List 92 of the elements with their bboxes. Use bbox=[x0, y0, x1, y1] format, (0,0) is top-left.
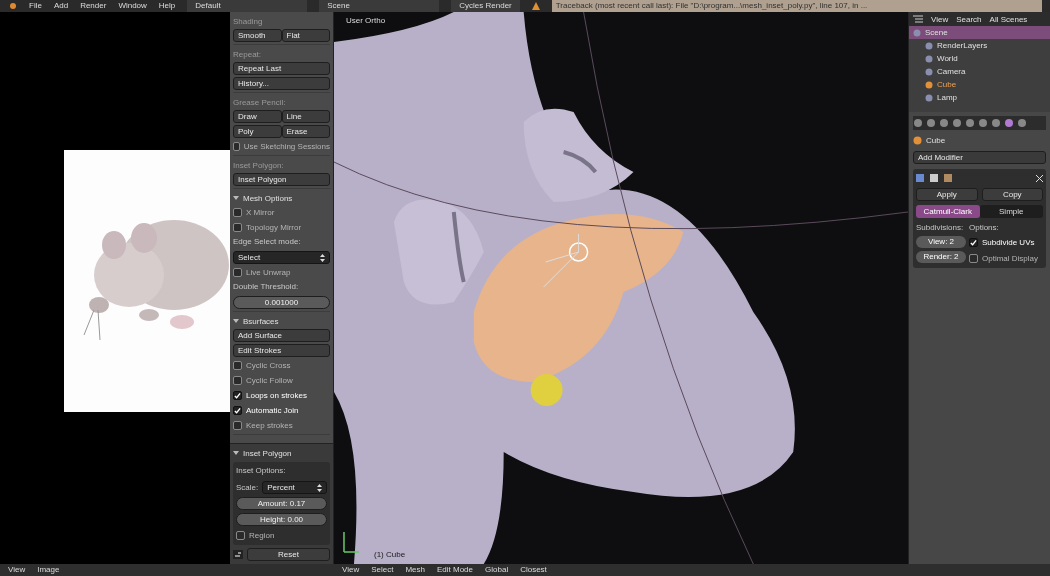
expanded-arrow-icon[interactable] bbox=[233, 450, 239, 456]
render-engine-dropdown[interactable]: Cycles Render bbox=[451, 0, 520, 12]
menu-item[interactable]: Search bbox=[956, 13, 982, 25]
checkbox-label: Use Sketching Sessions bbox=[243, 141, 330, 152]
section-header: Shading bbox=[233, 15, 263, 27]
outliner-row[interactable]: Cube bbox=[909, 78, 1050, 91]
number-field[interactable]: Height: 0.00 bbox=[236, 513, 327, 526]
checkbox-label: Region bbox=[249, 530, 275, 541]
tool-button[interactable]: Repeat Last bbox=[233, 62, 330, 75]
section-header[interactable]: Bsurfaces bbox=[243, 315, 279, 327]
menu-item[interactable]: Render bbox=[80, 0, 107, 12]
tool-button[interactable]: Line bbox=[281, 110, 330, 123]
updown-icon bbox=[317, 483, 322, 492]
object-icon bbox=[913, 136, 922, 145]
menu-item[interactable]: Image bbox=[37, 564, 60, 576]
scene-field[interactable]: Scene bbox=[319, 0, 440, 12]
number-field[interactable]: 0.001000 bbox=[233, 296, 330, 309]
checkmark-icon bbox=[970, 238, 977, 247]
checkbox-label: Cyclic Cross bbox=[246, 360, 291, 371]
section-header[interactable]: Mesh Options bbox=[243, 192, 293, 204]
checkbox[interactable] bbox=[969, 238, 978, 247]
subdivision-tab[interactable]: Simple bbox=[979, 205, 1043, 218]
section-header: Repeat: bbox=[233, 48, 262, 60]
modifier-action-button[interactable]: Copy bbox=[981, 188, 1043, 201]
checkbox-label: Live Unwrap bbox=[246, 267, 291, 278]
menu-item[interactable]: Help bbox=[158, 0, 176, 12]
checkbox-label: Topology Mirror bbox=[246, 222, 302, 233]
warning-icon bbox=[531, 2, 540, 10]
field-label: Inset Options: bbox=[236, 465, 287, 477]
menu-item[interactable]: Add bbox=[53, 0, 69, 12]
expanded-arrow-icon[interactable] bbox=[233, 195, 239, 201]
number-field[interactable]: Amount: 0.17 bbox=[236, 497, 327, 510]
subdivision-tab[interactable]: Catmull-Clark bbox=[916, 205, 980, 218]
checkbox-label: Loops on strokes bbox=[246, 390, 307, 401]
close-icon[interactable] bbox=[1036, 174, 1043, 182]
checkbox-label: Automatic Join bbox=[246, 405, 299, 416]
number-field[interactable]: View: 2 bbox=[916, 236, 966, 248]
reset-button[interactable]: Reset bbox=[247, 548, 330, 561]
outliner-icon[interactable] bbox=[913, 15, 923, 23]
add-modifier-dropdown[interactable]: Add Modifier bbox=[913, 151, 1046, 164]
menu-item[interactable]: File bbox=[29, 0, 42, 12]
menu-item[interactable]: Mesh bbox=[405, 564, 425, 576]
dropdown[interactable]: Percent bbox=[262, 481, 327, 494]
checkbox-label: X Mirror bbox=[246, 207, 275, 218]
menu-item[interactable]: Edit Mode bbox=[437, 564, 474, 576]
layout-field[interactable]: Default bbox=[187, 0, 308, 12]
tool-button[interactable]: History... bbox=[233, 77, 330, 90]
tool-button[interactable]: Poly bbox=[233, 125, 282, 138]
redo-icon[interactable] bbox=[233, 550, 243, 559]
outliner-row[interactable]: Camera bbox=[909, 65, 1050, 78]
outliner-row[interactable]: Scene bbox=[909, 26, 1050, 39]
dropdown[interactable]: Select bbox=[233, 251, 330, 264]
updown-icon bbox=[320, 253, 325, 262]
menu-item[interactable]: Closest bbox=[520, 564, 547, 576]
section-header[interactable]: Inset Polygon bbox=[243, 447, 292, 459]
menu-item[interactable]: View bbox=[342, 564, 360, 576]
section-header: Inset Polygon: bbox=[233, 159, 284, 171]
tool-button[interactable]: Erase bbox=[281, 125, 330, 138]
modifier-action-button[interactable]: Apply bbox=[916, 188, 978, 201]
expanded-arrow-icon[interactable] bbox=[233, 318, 239, 324]
field-label: Options: bbox=[969, 222, 1000, 233]
checkbox-label: Keep strokes bbox=[246, 420, 293, 431]
tool-button[interactable]: Inset Polygon bbox=[233, 173, 330, 186]
field-label: Double Threshold: bbox=[233, 281, 300, 293]
error-message: Traceback (most recent call last): File "D:\program...\mesh_inset_poly.py", line 107, in ... bbox=[551, 0, 1042, 12]
checkbox-label: Cyclic Follow bbox=[246, 375, 293, 386]
outliner-row[interactable]: Lamp bbox=[909, 91, 1050, 104]
tool-button[interactable]: Add Surface bbox=[233, 329, 330, 342]
menu-item[interactable]: Global bbox=[485, 564, 509, 576]
checkbox[interactable] bbox=[233, 406, 242, 415]
menu-item[interactable]: Select bbox=[371, 564, 394, 576]
outliner-row[interactable]: World bbox=[909, 52, 1050, 65]
menu-item[interactable]: All Scenes bbox=[989, 13, 1028, 25]
checkbox[interactable] bbox=[233, 391, 242, 400]
field-label: Scale: bbox=[236, 482, 259, 493]
field-label: Subdivisions: bbox=[916, 222, 965, 233]
menu-item[interactable]: View bbox=[8, 564, 26, 576]
tool-button[interactable]: Edit Strokes bbox=[233, 344, 330, 357]
field-label: Edge Select mode: bbox=[233, 236, 302, 248]
section-header: Grease Pencil: bbox=[233, 96, 286, 108]
menu-item[interactable]: Window bbox=[118, 0, 147, 12]
tool-button[interactable]: Flat bbox=[281, 29, 330, 42]
object-name: Cube bbox=[926, 135, 946, 146]
tool-button[interactable]: Smooth bbox=[233, 29, 282, 42]
checkbox-label: Subdivide UVs bbox=[982, 237, 1035, 248]
tool-button[interactable]: Draw bbox=[233, 110, 282, 123]
number-field[interactable]: Render: 2 bbox=[916, 251, 966, 263]
outliner-row[interactable]: RenderLayers bbox=[909, 39, 1050, 52]
object-label: (1) Cube bbox=[374, 549, 406, 561]
checkbox-label: Optimal Display bbox=[982, 253, 1038, 264]
menu-item[interactable]: View bbox=[931, 13, 949, 25]
view-label: User Ortho bbox=[346, 15, 386, 27]
